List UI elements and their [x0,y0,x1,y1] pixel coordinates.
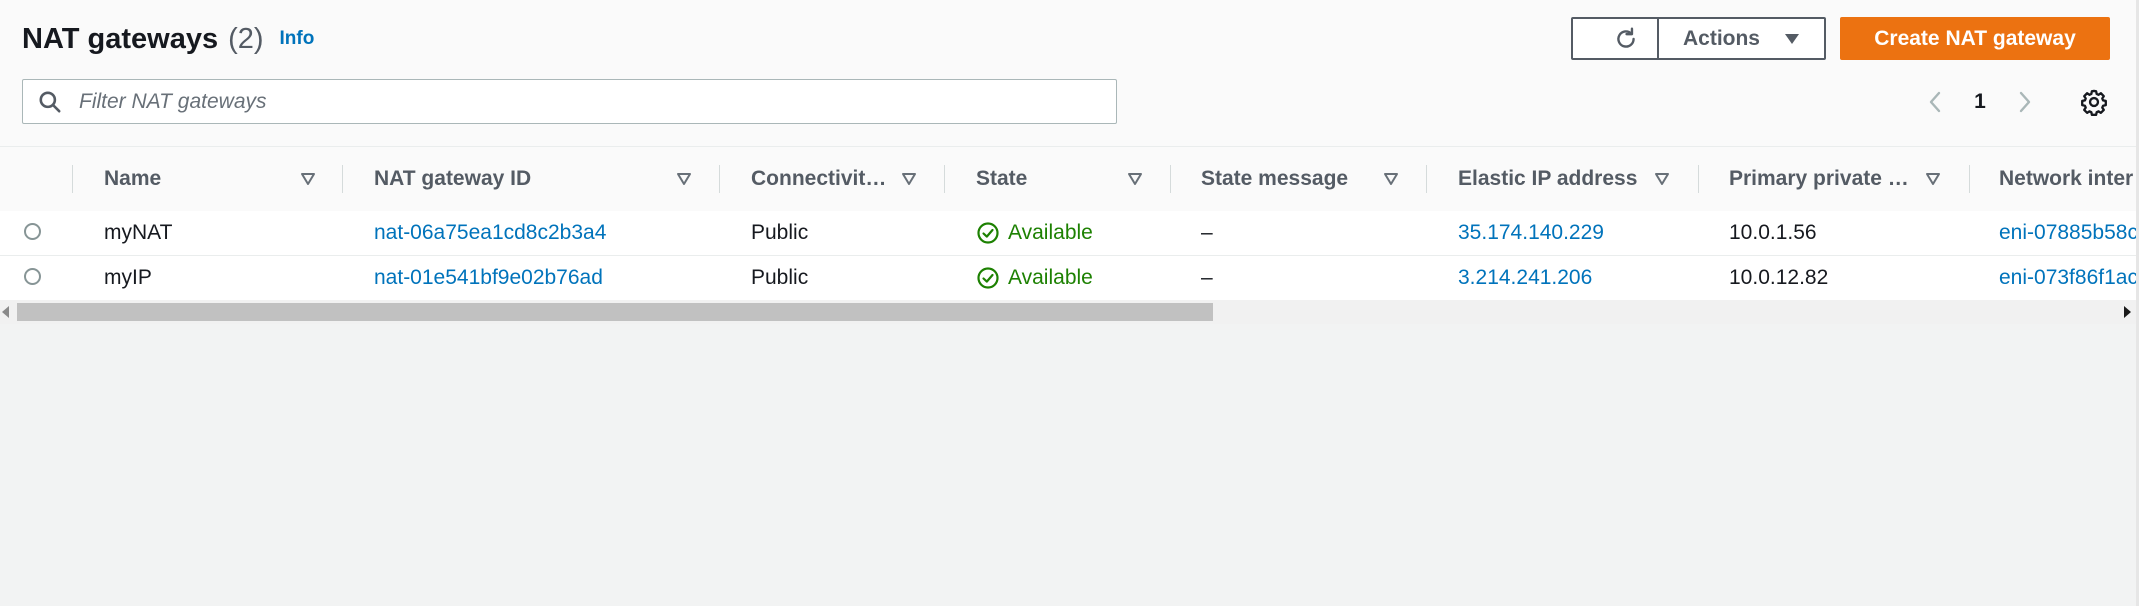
column-header-state-message[interactable]: State message [1201,147,1401,211]
create-label: Create NAT gateway [1874,26,2076,50]
cell-state-message: – [1201,266,1213,289]
previous-page-button[interactable] [1920,84,1950,120]
sort-icon[interactable] [1654,171,1670,187]
column-header-label: NAT gateway ID [374,167,532,190]
column-header-name[interactable]: Name [104,147,314,211]
cell-connectivity: Public [751,266,809,289]
column-header-nat-gateway-id[interactable]: NAT gateway ID [374,147,654,211]
sort-icon[interactable] [1925,171,1941,187]
cell-elastic-ip-link[interactable]: 35.174.140.229 [1458,211,1604,255]
column-divider [1698,165,1699,193]
refresh-icon [1617,27,1635,48]
actions-label: Actions [1682,26,1760,50]
cell-state: Available [976,211,1093,255]
cell-nat-gateway-id-link[interactable]: nat-01e541bf9e02b76ad [374,256,603,300]
horizontal-scrollbar[interactable] [0,300,2139,324]
page-title: NAT gateways [22,22,219,55]
row-select-radio[interactable] [24,223,41,240]
search-input[interactable] [77,88,1081,115]
actions-dropdown-button[interactable]: Actions [1657,17,1826,60]
search-box [22,79,1117,124]
item-count: (2) [228,22,264,55]
table-header-panel: NAT gateways (2) Info Actions Create NAT… [0,0,2139,146]
sort-icon[interactable] [901,171,917,187]
table-header: Name NAT gateway ID Connectivit… State S… [0,147,2139,212]
table-row[interactable]: myNAT nat-06a75ea1cd8c2b3a4 Public Avail… [0,211,2139,256]
info-link[interactable]: Info [280,28,315,50]
cell-name: myNAT [104,221,173,244]
column-divider [944,165,945,193]
column-divider [1170,165,1171,193]
column-divider [719,165,720,193]
column-header-label: Connectivit… [751,167,887,190]
cell-network-interface-link[interactable]: eni-07885b58c [1999,211,2139,255]
page-number-button[interactable]: 1 [1950,90,2010,114]
cell-state: Available [976,256,1093,300]
caret-down-icon [1785,33,1799,44]
cell-state-message: – [1201,221,1213,244]
sort-icon[interactable] [1383,171,1399,187]
column-header-label: Elastic IP address [1458,167,1638,190]
column-header-network-interface[interactable]: Network inter [1999,147,2139,211]
cell-nat-gateway-id-link[interactable]: nat-06a75ea1cd8c2b3a4 [374,211,606,255]
create-nat-gateway-button[interactable]: Create NAT gateway [1840,17,2110,60]
column-header-label: State message [1201,167,1349,190]
state-label: Available [1008,266,1093,289]
title-row: NAT gateways (2) Info [22,18,314,60]
column-divider [1969,165,1970,193]
row-select-radio[interactable] [24,268,41,285]
pagination: 1 [1920,84,2040,120]
scroll-left-arrow-icon[interactable] [2,306,9,318]
chevron-left-icon [1929,91,1941,113]
column-divider [1426,165,1427,193]
sort-icon[interactable] [300,171,316,187]
check-circle-icon [977,222,999,244]
scroll-right-arrow-icon[interactable] [2124,306,2131,318]
column-header-primary-private-ip[interactable]: Primary private … [1729,147,1934,211]
column-header-connectivity[interactable]: Connectivit… [751,147,901,211]
check-circle-icon [977,267,999,289]
column-header-label: State [976,167,1028,190]
cell-network-interface-link[interactable]: eni-073f86f1ac [1999,256,2139,300]
column-divider [72,165,73,193]
chevron-right-icon [2019,91,2031,113]
cell-elastic-ip-link[interactable]: 3.214.241.206 [1458,256,1592,300]
scrollbar-thumb[interactable] [17,303,1213,321]
next-page-button[interactable] [2010,84,2040,120]
cell-primary-private-ip: 10.0.12.82 [1729,266,1829,289]
nat-gateways-table: Name NAT gateway ID Connectivit… State S… [0,146,2139,301]
gear-icon[interactable] [2080,88,2108,116]
cell-connectivity: Public [751,221,809,244]
column-header-state[interactable]: State [976,147,1126,211]
column-header-label: Name [104,167,162,190]
sort-icon[interactable] [1127,171,1143,187]
column-divider [342,165,343,193]
state-label: Available [1008,221,1093,244]
column-header-label: Primary private … [1729,167,1909,190]
column-header-label: Network inter [1999,167,2134,190]
cell-primary-private-ip: 10.0.1.56 [1729,221,1817,244]
search-icon [39,90,61,113]
cell-name: myIP [104,266,152,289]
table-row[interactable]: myIP nat-01e541bf9e02b76ad Public Availa… [0,256,2139,301]
sort-icon[interactable] [676,171,692,187]
